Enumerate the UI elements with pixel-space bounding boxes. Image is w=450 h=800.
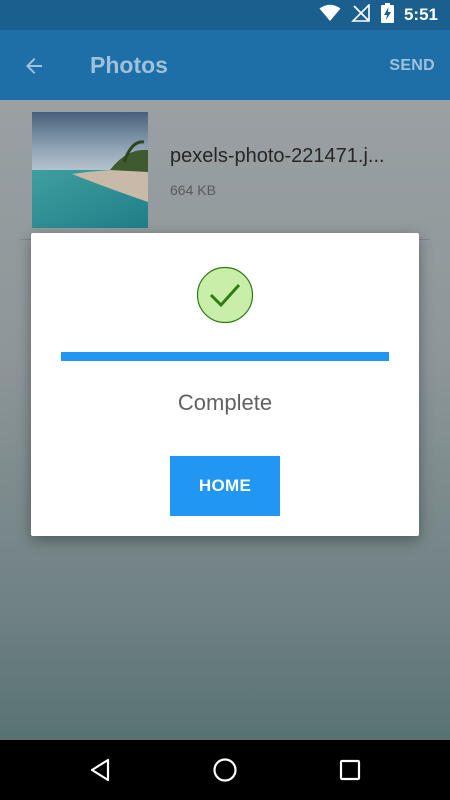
- file-size: 664 KB: [170, 182, 216, 198]
- file-name: pexels-photo-221471.j...: [170, 145, 385, 167]
- back-triangle-icon: [90, 758, 110, 782]
- page-title: Photos: [90, 52, 168, 78]
- send-button[interactable]: SEND: [389, 57, 435, 75]
- system-nav-bar: [0, 740, 450, 800]
- check-circle-icon: [196, 266, 254, 324]
- nav-recents-button[interactable]: [335, 755, 365, 785]
- app-bar: Photos SEND: [0, 30, 450, 100]
- nav-home-button[interactable]: [210, 755, 240, 785]
- status-message: Complete: [177, 390, 273, 415]
- list-item[interactable]: pexels-photo-221471.j... 664 KB: [0, 100, 450, 240]
- nav-back-button[interactable]: [85, 755, 115, 785]
- home-button[interactable]: HOME: [170, 456, 280, 516]
- battery-charging-icon: [380, 2, 394, 28]
- status-time: 5:51: [403, 5, 438, 24]
- status-bar: 5:51: [0, 0, 450, 30]
- home-circle-icon: [213, 758, 237, 782]
- photo-thumbnail: [32, 112, 148, 228]
- progress-bar: [61, 352, 389, 361]
- progress-fill: [61, 352, 389, 361]
- recents-square-icon: [339, 759, 361, 781]
- back-button[interactable]: [20, 52, 48, 80]
- upload-dialog: Complete HOME: [31, 233, 419, 536]
- status-icons: 5:51: [319, 2, 438, 28]
- arrow-back-icon: [26, 58, 42, 74]
- no-signal-icon: [351, 2, 371, 27]
- wifi-icon: [319, 4, 341, 27]
